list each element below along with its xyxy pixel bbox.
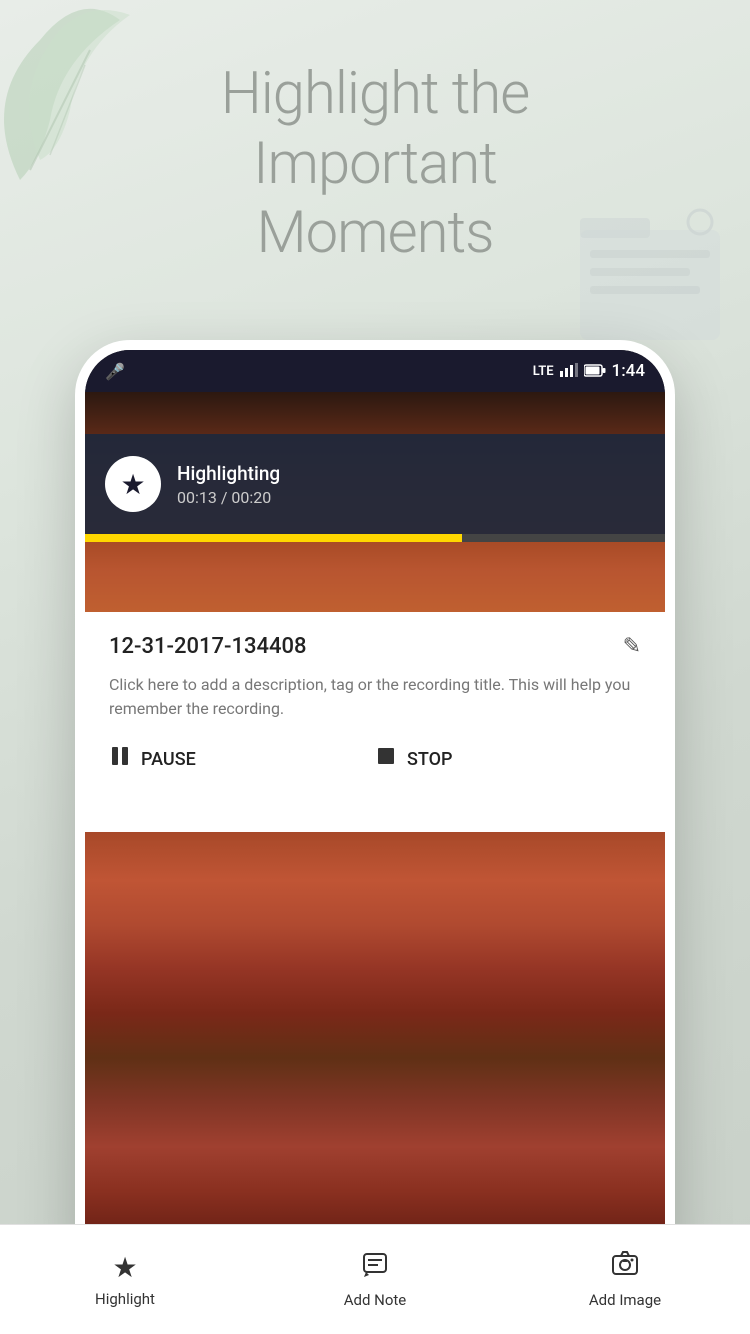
hero-line1: Highlight the [0, 60, 750, 130]
hero-line2: Important [0, 130, 750, 200]
star-icon: ★ [120, 468, 145, 501]
tab-add-image[interactable]: Add Image [500, 1250, 750, 1309]
hero-text: Highlight the Important Moments [0, 60, 750, 269]
tab-highlight-label: Highlight [95, 1290, 155, 1308]
tab-highlight[interactable]: ★ Highlight [0, 1251, 250, 1308]
phone-frame: 🎤 LTE [75, 340, 675, 1290]
notification-time: 00:13 / 00:20 [177, 488, 280, 507]
notification-card: ★ Highlighting 00:13 / 00:20 [85, 434, 665, 534]
recording-filename: 12-31-2017-134408 [109, 634, 306, 659]
tab-add-note-label: Add Note [344, 1291, 407, 1309]
status-left: 🎤 [105, 362, 125, 381]
action-buttons: PAUSE STOP [109, 745, 641, 773]
mic-icon: 🎤 [105, 362, 125, 381]
notification-text: Highlighting 00:13 / 00:20 [177, 462, 280, 507]
recording-card: 12-31-2017-134408 ✎ Click here to add a … [85, 612, 665, 832]
pause-label: PAUSE [141, 749, 196, 770]
highlight-star-icon: ★ [112, 1251, 137, 1284]
progress-bar-track [85, 534, 665, 542]
hero-line3: Moments [0, 199, 750, 269]
add-note-icon [361, 1250, 389, 1285]
bottom-tab-bar: ★ Highlight Add Note Add Im [0, 1224, 750, 1334]
lte-indicator: LTE [533, 364, 554, 379]
notification-area: ★ Highlighting 00:13 / 00:20 [85, 434, 665, 612]
stop-icon [375, 745, 397, 773]
tab-add-note[interactable]: Add Note [250, 1250, 500, 1309]
stop-label: STOP [407, 749, 453, 770]
notification-title: Highlighting [177, 462, 280, 485]
battery-icon [584, 362, 606, 381]
status-bar: 🎤 LTE [85, 350, 665, 392]
star-circle: ★ [105, 456, 161, 512]
tab-add-image-label: Add Image [589, 1291, 661, 1309]
signal-icon [560, 362, 578, 381]
edit-icon[interactable]: ✎ [623, 634, 641, 659]
pause-button[interactable]: PAUSE [109, 745, 375, 773]
recording-title-row: 12-31-2017-134408 ✎ [109, 634, 641, 659]
time-display: 1:44 [612, 361, 645, 381]
pause-icon [109, 745, 131, 773]
phone-screen: 🎤 LTE [85, 350, 665, 1280]
wallpaper: ★ Highlighting 00:13 / 00:20 12-31-2017-… [85, 392, 665, 1280]
status-right: LTE 1:44 [533, 361, 645, 381]
progress-bar-fill [85, 534, 462, 542]
recording-description[interactable]: Click here to add a description, tag or … [109, 673, 641, 721]
add-image-icon [611, 1250, 639, 1285]
stop-button[interactable]: STOP [375, 745, 641, 773]
